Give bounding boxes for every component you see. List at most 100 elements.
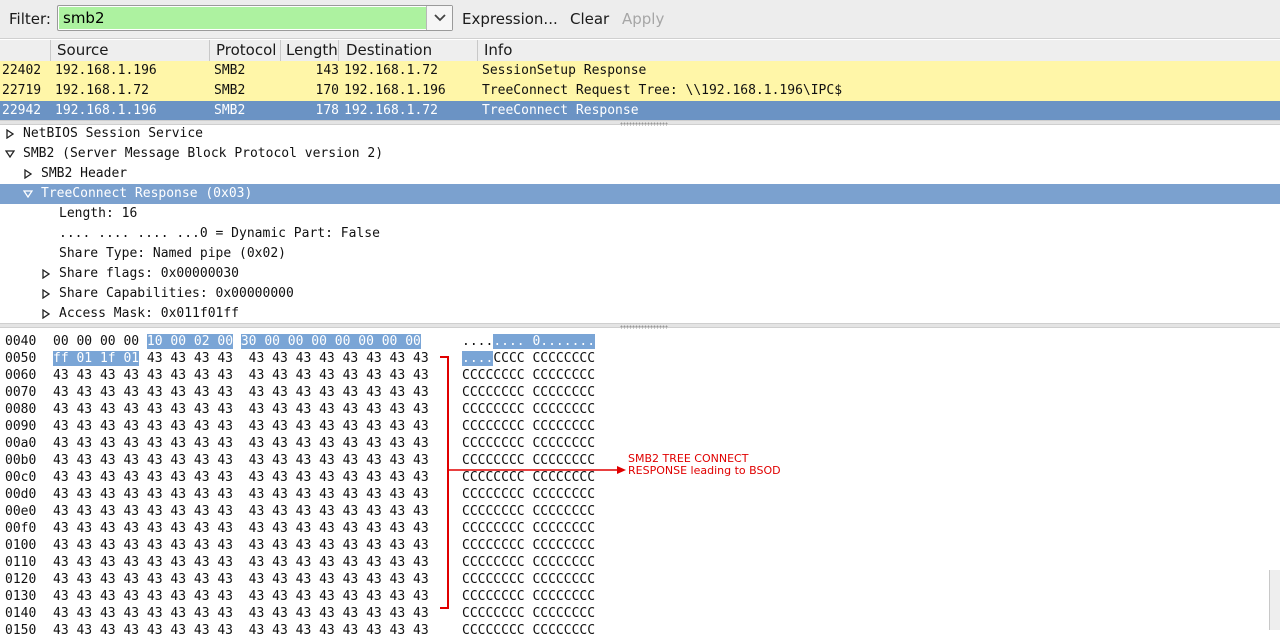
hex-row[interactable]: 0050 ff 01 1f 01 43 43 43 43 43 43 43 43 …: [0, 350, 1280, 367]
hex-ascii[interactable]: CCCCCCCC CCCCCCCC: [462, 520, 595, 537]
hex-ascii[interactable]: CCCCCCCC CCCCCCCC: [462, 622, 595, 639]
apply-button[interactable]: Apply: [622, 10, 664, 28]
hex-ascii[interactable]: CCCCCCCC CCCCCCCC: [462, 588, 595, 605]
hex-row[interactable]: 0070 43 43 43 43 43 43 43 43 43 43 43 43 …: [0, 384, 1280, 401]
hex-ascii[interactable]: CCCCCCCC CCCCCCCC: [462, 503, 595, 520]
hex-bytes[interactable]: 43 43 43 43 43 43 43 43 43 43 43 43 43 4…: [53, 571, 429, 588]
packet-info: SessionSetup Response: [482, 63, 647, 78]
hex-bytes[interactable]: 43 43 43 43 43 43 43 43 43 43 43 43 43 4…: [53, 537, 429, 554]
tree-item[interactable]: Access Mask: 0x011f01ff: [0, 304, 1280, 324]
hex-ascii[interactable]: CCCCCCCC CCCCCCCC: [462, 384, 595, 401]
hex-offset: 0100: [5, 538, 37, 553]
packet-list: 22402 192.168.1.196 SMB2 143 192.168.1.72 Ses…: [0, 61, 1280, 121]
hex-bytes[interactable]: 43 43 43 43 43 43 43 43 43 43 43 43 43 4…: [53, 401, 429, 418]
hex-ascii[interactable]: CCCCCCCC CCCCCCCC: [462, 452, 595, 469]
column-header-no[interactable]: [0, 40, 51, 61]
hex-ascii-segment: CCCCCCCC CCCCCCCC: [462, 402, 596, 417]
column-header-info[interactable]: Info: [478, 40, 1280, 61]
expand-right-icon[interactable]: [22, 164, 34, 184]
packet-info: TreeConnect Request Tree: \\192.168.1.19…: [482, 83, 843, 98]
tree-item[interactable]: SMB2 Header: [0, 164, 1280, 184]
hex-row[interactable]: 00a0 43 43 43 43 43 43 43 43 43 43 43 43 …: [0, 435, 1280, 452]
tree-item[interactable]: Share Type: Named pipe (0x02): [0, 244, 1280, 264]
hex-row[interactable]: 0130 43 43 43 43 43 43 43 43 43 43 43 43 …: [0, 588, 1280, 605]
filter-input[interactable]: [59, 7, 427, 29]
hex-bytes[interactable]: 43 43 43 43 43 43 43 43 43 43 43 43 43 4…: [53, 605, 429, 622]
hex-bytes[interactable]: 43 43 43 43 43 43 43 43 43 43 43 43 43 4…: [53, 452, 429, 469]
hex-ascii-segment: CCCCCCCC CCCCCCCC: [462, 453, 596, 468]
hex-row[interactable]: 0090 43 43 43 43 43 43 43 43 43 43 43 43 …: [0, 418, 1280, 435]
hex-bytes[interactable]: ff 01 1f 01 43 43 43 43 43 43 43 43 43 4…: [53, 350, 429, 367]
hex-bytes[interactable]: 43 43 43 43 43 43 43 43 43 43 43 43 43 4…: [53, 367, 429, 384]
hex-bytes[interactable]: 43 43 43 43 43 43 43 43 43 43 43 43 43 4…: [53, 486, 429, 503]
hex-ascii[interactable]: ........ 0.......: [462, 333, 596, 350]
hex-row[interactable]: 0060 43 43 43 43 43 43 43 43 43 43 43 43 …: [0, 367, 1280, 384]
packet-row[interactable]: 22942 192.168.1.196 SMB2 178 192.168.1.72 Tre…: [0, 101, 1280, 121]
hex-bytes[interactable]: 43 43 43 43 43 43 43 43 43 43 43 43 43 4…: [53, 503, 429, 520]
hex-ascii[interactable]: CCCCCCCC CCCCCCCC: [462, 367, 595, 384]
expand-right-icon[interactable]: [40, 304, 52, 324]
hex-row[interactable]: 00f0 43 43 43 43 43 43 43 43 43 43 43 43 …: [0, 520, 1280, 537]
hex-ascii[interactable]: CCCCCCCC CCCCCCCC: [462, 469, 595, 486]
hex-ascii[interactable]: CCCCCCCC CCCCCCCC: [462, 401, 595, 418]
hex-ascii[interactable]: CCCCCCCC CCCCCCCC: [462, 435, 595, 452]
packet-row[interactable]: 22719 192.168.1.72 SMB2 170 192.168.1.196 Tre…: [0, 81, 1280, 101]
hex-ascii[interactable]: CCCCCCCC CCCCCCCC: [462, 486, 595, 503]
expand-down-icon[interactable]: [22, 184, 34, 204]
vertical-scrollbar[interactable]: [1269, 570, 1280, 630]
expression-button[interactable]: Expression...: [462, 10, 558, 28]
tree-item[interactable]: Share Capabilities: 0x00000000: [0, 284, 1280, 304]
tree-item[interactable]: Share flags: 0x00000030: [0, 264, 1280, 284]
filter-label: Filter:: [9, 10, 51, 28]
hex-bytes[interactable]: 43 43 43 43 43 43 43 43 43 43 43 43 43 4…: [53, 469, 429, 486]
filter-combobox[interactable]: [57, 5, 453, 31]
column-header-protocol[interactable]: Protocol: [210, 40, 281, 61]
tree-item[interactable]: SMB2 (Server Message Block Protocol vers…: [0, 144, 1280, 164]
hex-bytes-segment: 43 43 43 43 43 43 43 43 43 43 43 43 43 4…: [53, 606, 429, 621]
expand-down-icon[interactable]: [4, 144, 16, 164]
hex-bytes[interactable]: 43 43 43 43 43 43 43 43 43 43 43 43 43 4…: [53, 435, 429, 452]
tree-item[interactable]: TreeConnect Response (0x03): [0, 184, 1280, 204]
expand-right-icon[interactable]: [4, 124, 16, 144]
expand-right-icon[interactable]: [40, 264, 52, 284]
hex-row[interactable]: 0150 43 43 43 43 43 43 43 43 43 43 43 43 …: [0, 622, 1280, 639]
expand-right-icon[interactable]: [40, 284, 52, 304]
pane-resize-grip[interactable]: [620, 325, 668, 329]
column-header-source[interactable]: Source: [51, 40, 210, 61]
hex-bytes[interactable]: 00 00 00 00 10 00 02 00 30 00 00 00 00 0…: [53, 333, 421, 350]
hex-ascii[interactable]: CCCCCCCC CCCCCCCC: [462, 571, 595, 588]
tree-item[interactable]: .... .... .... ...0 = Dynamic Part: Fals…: [0, 224, 1280, 244]
hex-offset: 0050: [5, 351, 37, 366]
clear-button[interactable]: Clear: [570, 10, 609, 28]
hex-ascii[interactable]: CCCCCCCC CCCCCCCC: [462, 605, 595, 622]
hex-row[interactable]: 0040 00 00 00 00 10 00 02 00 30 00 00 00 …: [0, 333, 1280, 350]
tree-item[interactable]: NetBIOS Session Service: [0, 124, 1280, 144]
hex-row[interactable]: 00d0 43 43 43 43 43 43 43 43 43 43 43 43 …: [0, 486, 1280, 503]
hex-row[interactable]: 0080 43 43 43 43 43 43 43 43 43 43 43 43 …: [0, 401, 1280, 418]
hex-offset: 0060: [5, 368, 37, 383]
hex-bytes-segment: 43 43 43 43 43 43 43 43 43 43 43 43 43 4…: [53, 538, 429, 553]
hex-row[interactable]: 0100 43 43 43 43 43 43 43 43 43 43 43 43 …: [0, 537, 1280, 554]
hex-bytes[interactable]: 43 43 43 43 43 43 43 43 43 43 43 43 43 4…: [53, 622, 429, 639]
hex-row[interactable]: 0110 43 43 43 43 43 43 43 43 43 43 43 43 …: [0, 554, 1280, 571]
column-header-destination[interactable]: Destination: [339, 40, 478, 61]
hex-bytes[interactable]: 43 43 43 43 43 43 43 43 43 43 43 43 43 4…: [53, 418, 429, 435]
hex-ascii[interactable]: ....CCCC CCCCCCCC: [462, 350, 595, 367]
hex-row[interactable]: 0140 43 43 43 43 43 43 43 43 43 43 43 43 …: [0, 605, 1280, 622]
packet-length: 178: [315, 103, 339, 118]
hex-bytes-segment: 43 43 43 43 43 43 43 43 43 43 43 43 43 4…: [53, 555, 429, 570]
filter-dropdown-button[interactable]: [426, 6, 452, 30]
packet-row[interactable]: 22402 192.168.1.196 SMB2 143 192.168.1.72 Ses…: [0, 61, 1280, 81]
hex-row[interactable]: 0120 43 43 43 43 43 43 43 43 43 43 43 43 …: [0, 571, 1280, 588]
hex-bytes[interactable]: 43 43 43 43 43 43 43 43 43 43 43 43 43 4…: [53, 384, 429, 401]
packet-info: TreeConnect Response: [482, 103, 639, 118]
column-header-length[interactable]: Length: [281, 40, 339, 61]
tree-item[interactable]: Length: 16: [0, 204, 1280, 224]
hex-ascii[interactable]: CCCCCCCC CCCCCCCC: [462, 554, 595, 571]
hex-row[interactable]: 00e0 43 43 43 43 43 43 43 43 43 43 43 43 …: [0, 503, 1280, 520]
hex-ascii[interactable]: CCCCCCCC CCCCCCCC: [462, 537, 595, 554]
hex-bytes[interactable]: 43 43 43 43 43 43 43 43 43 43 43 43 43 4…: [53, 588, 429, 605]
hex-bytes[interactable]: 43 43 43 43 43 43 43 43 43 43 43 43 43 4…: [53, 520, 429, 537]
hex-ascii[interactable]: CCCCCCCC CCCCCCCC: [462, 418, 595, 435]
hex-bytes[interactable]: 43 43 43 43 43 43 43 43 43 43 43 43 43 4…: [53, 554, 429, 571]
